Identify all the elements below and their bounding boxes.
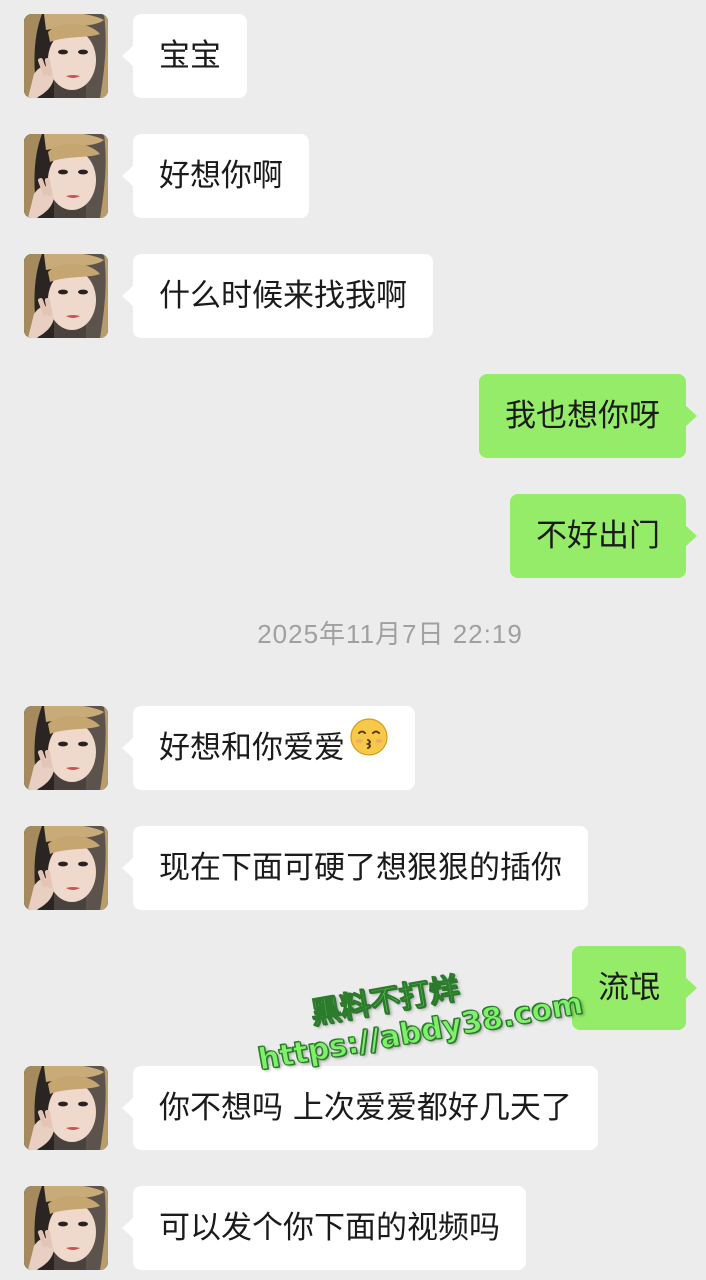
contact-avatar[interactable] bbox=[24, 254, 108, 338]
incoming-message-bubble[interactable]: 你不想吗 上次爱爱都好几天了 bbox=[122, 1066, 598, 1150]
contact-avatar[interactable] bbox=[24, 706, 108, 790]
watermark-title: 黑料不打烊 bbox=[308, 971, 463, 1033]
incoming-message-bubble[interactable]: 现在下面可硬了想狠狠的插你 bbox=[122, 826, 588, 910]
contact-avatar[interactable] bbox=[24, 826, 108, 910]
contact-avatar[interactable] bbox=[24, 1186, 108, 1270]
outgoing-message-bubble[interactable]: 我也想你呀 bbox=[479, 374, 697, 458]
incoming-message-bubble[interactable]: 宝宝 bbox=[122, 14, 247, 98]
incoming-message-bubble[interactable]: 可以发个你下面的视频吗 bbox=[122, 1186, 526, 1270]
contact-avatar[interactable] bbox=[24, 1066, 108, 1150]
outgoing-message-bubble[interactable]: 流氓 bbox=[572, 946, 697, 1030]
watermark-url: https://abdy38.com bbox=[255, 986, 586, 1079]
contact-avatar[interactable] bbox=[24, 134, 108, 218]
incoming-message-bubble[interactable]: 好想你啊 bbox=[122, 134, 309, 218]
chat-timestamp: 2025年11月7日 22:19 bbox=[257, 619, 523, 649]
contact-avatar[interactable] bbox=[24, 14, 108, 98]
watermark: 黑料不打烊 https://abdy38.com bbox=[248, 943, 586, 1078]
outgoing-message-bubble[interactable]: 不好出门 bbox=[510, 494, 697, 578]
message-text: 好想和你爱爱 bbox=[159, 730, 345, 766]
kissing-face-emoji-icon bbox=[349, 705, 389, 789]
incoming-message-bubble[interactable]: 好想和你爱爱 bbox=[122, 705, 415, 790]
incoming-message-bubble[interactable]: 什么时候来找我啊 bbox=[122, 254, 433, 338]
